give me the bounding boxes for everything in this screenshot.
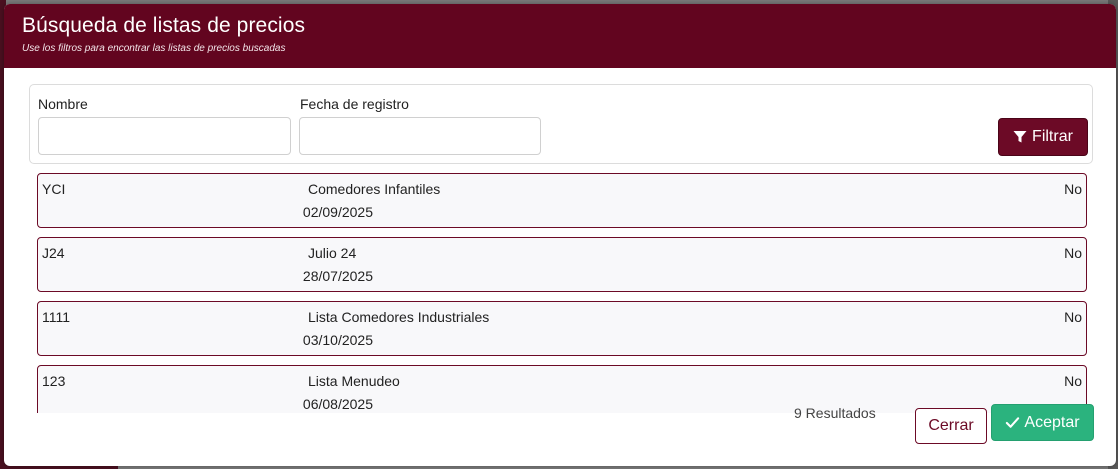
result-date: 28/07/2025 (302, 268, 373, 284)
modal-title: Búsqueda de listas de precios (22, 14, 306, 37)
result-date: 06/08/2025 (302, 396, 373, 412)
filter-panel: Nombre Fecha de registro Filtrar (29, 84, 1093, 164)
modal-header: Búsqueda de listas de precios Use los fi… (4, 4, 1116, 68)
close-button[interactable]: Cerrar (915, 408, 987, 444)
funnel-icon (1013, 131, 1027, 143)
date-label: Fecha de registro (300, 96, 409, 112)
result-date: 03/10/2025 (302, 332, 373, 348)
result-code: 123 (42, 373, 66, 389)
result-date: 02/09/2025 (302, 204, 373, 220)
result-name: Lista Menudeo (308, 373, 400, 389)
result-code: J24 (42, 245, 65, 261)
results-list: YCI Comedores Infantiles 02/09/2025 No J… (37, 173, 1087, 413)
result-count: 9 Resultados (794, 405, 876, 421)
result-row[interactable]: 1111 Lista Comedores Industriales 03/10/… (37, 301, 1087, 356)
result-code: 1111 (42, 309, 71, 325)
check-icon (1006, 417, 1020, 428)
result-flag: No (1064, 373, 1082, 389)
filter-button-label: Filtrar (1032, 128, 1073, 145)
result-name: Julio 24 (308, 245, 357, 261)
result-flag: No (1064, 181, 1082, 197)
filter-button[interactable]: Filtrar (998, 118, 1088, 156)
result-name: Lista Comedores Industriales (308, 309, 490, 325)
modal-subtitle: Use los filtros para encontrar las lista… (22, 43, 286, 54)
name-input[interactable] (38, 117, 291, 155)
result-code: YCI (42, 181, 66, 197)
result-flag: No (1064, 309, 1082, 325)
accept-button-label: Aceptar (1024, 413, 1080, 431)
accept-button[interactable]: Aceptar (991, 404, 1094, 441)
result-row[interactable]: 123 Lista Menudeo 06/08/2025 No (37, 365, 1087, 413)
result-name: Comedores Infantiles (308, 181, 441, 197)
result-row[interactable]: J24 Julio 24 28/07/2025 No (37, 237, 1087, 292)
price-list-search-modal: Búsqueda de listas de precios Use los fi… (4, 4, 1116, 466)
result-flag: No (1064, 245, 1082, 261)
result-row[interactable]: YCI Comedores Infantiles 02/09/2025 No (37, 173, 1087, 228)
registration-date-input[interactable] (299, 117, 541, 155)
name-label: Nombre (38, 96, 88, 112)
